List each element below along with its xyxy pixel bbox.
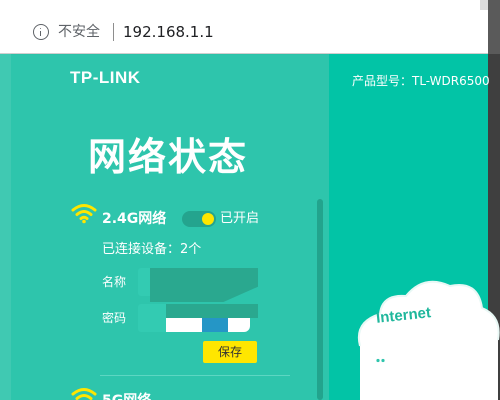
upload-speed: 0 KB/S [420,373,460,387]
connected-devices: 已连接设备：2个 [102,242,202,257]
address-separator [113,23,114,41]
next-band-title: 5G网络 [102,391,151,400]
password-redaction-blue [202,318,228,332]
password-redaction-white-2 [228,318,250,332]
status-panel [11,55,329,400]
product-model: 产品型号：TL-WDR6500 [352,74,490,88]
password-label: 密码 [102,311,127,325]
tplink-logo: TP-LINK [70,68,141,87]
watermark-text: 路由器 [412,342,469,363]
toggle-state-label: 已开启 [220,211,260,226]
wifi-icon [71,388,97,400]
panel-scrollbar[interactable] [317,199,323,400]
page-title: 网络状态 [88,135,249,179]
password-redaction [166,304,258,318]
name-label: 名称 [102,275,127,289]
url-text[interactable]: 192.168.1.1 [123,22,214,42]
band-title: 2.4G网络 [102,211,167,227]
security-label[interactable]: 不安全 [58,22,100,42]
password-redaction-white [166,318,202,332]
panel-edge [0,54,11,400]
password-field[interactable] [138,304,166,332]
window-edge [488,0,500,54]
section-divider [100,375,290,376]
browser-tab[interactable] [0,0,480,10]
save-button[interactable]: 保存 [203,341,257,363]
ssid-field[interactable] [138,268,152,296]
upload-icon [408,374,418,385]
toggle-knob[interactable] [202,213,214,225]
info-icon[interactable] [33,24,49,40]
wifi-icon [71,204,97,224]
